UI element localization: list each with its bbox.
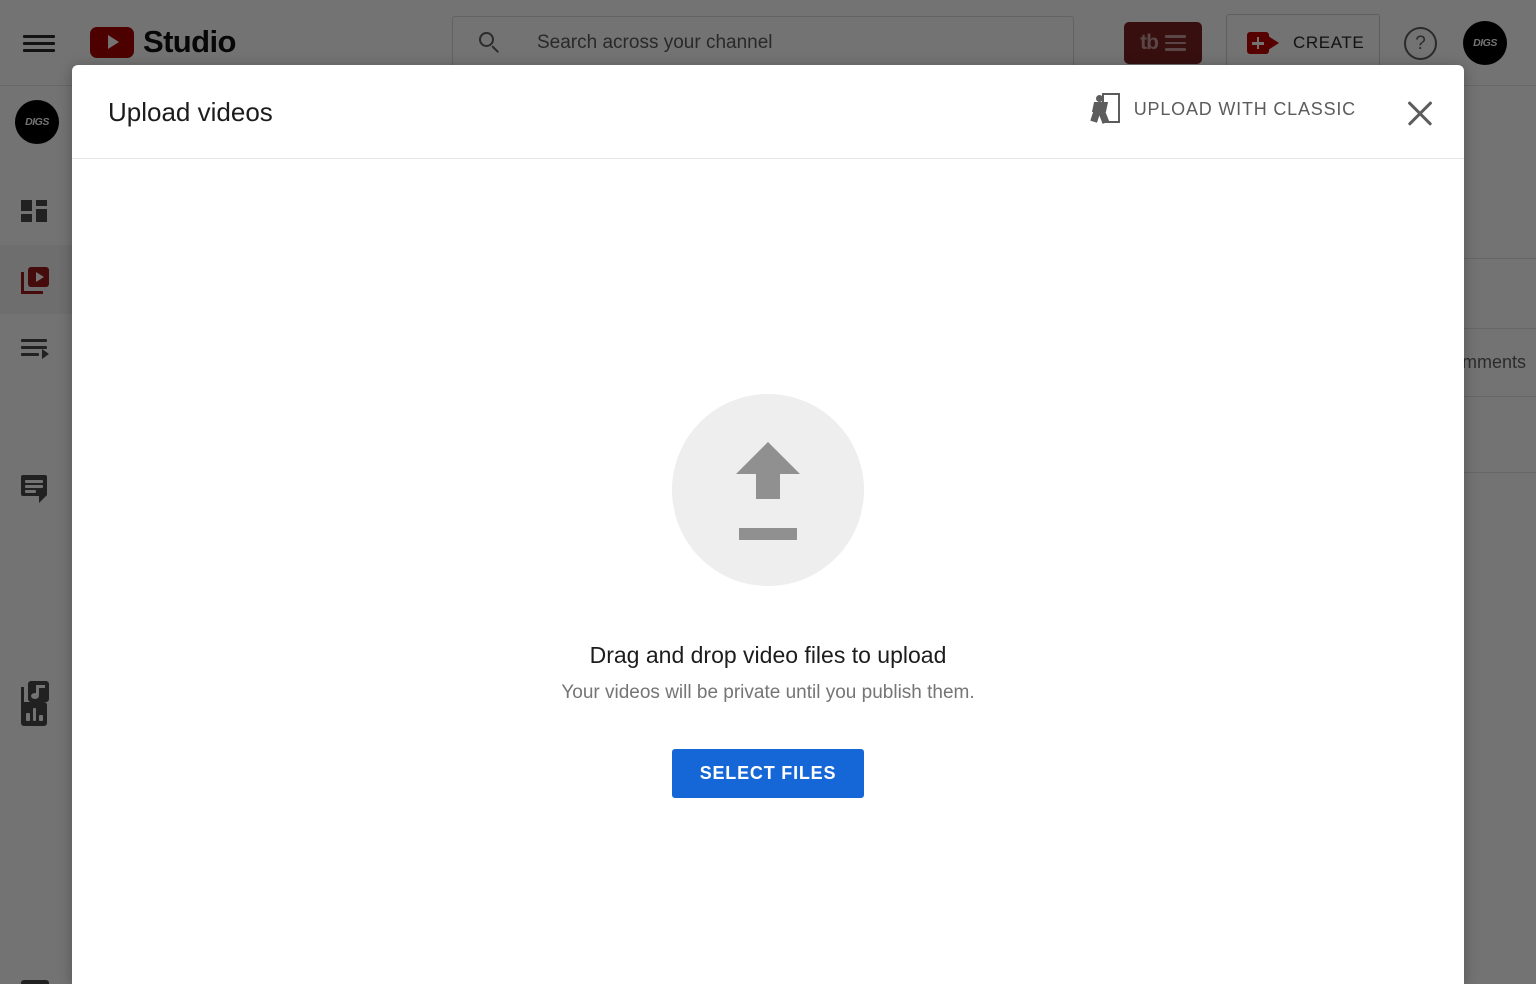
youtube-studio-upload-screen: Studio Search across your channel tb	[0, 0, 1536, 984]
dialog-header: Upload videos UPLOAD WITH CLASSIC	[72, 65, 1464, 159]
close-x-icon[interactable]	[1402, 95, 1438, 131]
upload-dropzone[interactable]: Drag and drop video files to upload Your…	[72, 159, 1464, 984]
exit-door-person-icon	[1090, 93, 1120, 125]
dropzone-title: Drag and drop video files to upload	[589, 642, 947, 668]
upload-with-classic-button[interactable]: UPLOAD WITH CLASSIC	[1090, 93, 1356, 125]
dropzone-subtitle: Your videos will be private until you pu…	[561, 682, 975, 703]
select-files-button[interactable]: SELECT FILES	[671, 749, 865, 798]
upload-arrow-icon	[672, 394, 864, 586]
upload-with-classic-label: UPLOAD WITH CLASSIC	[1133, 98, 1356, 119]
upload-videos-dialog: Upload videos UPLOAD WITH CLASSIC Drag a…	[72, 65, 1464, 984]
dialog-title: Upload videos	[108, 97, 273, 127]
